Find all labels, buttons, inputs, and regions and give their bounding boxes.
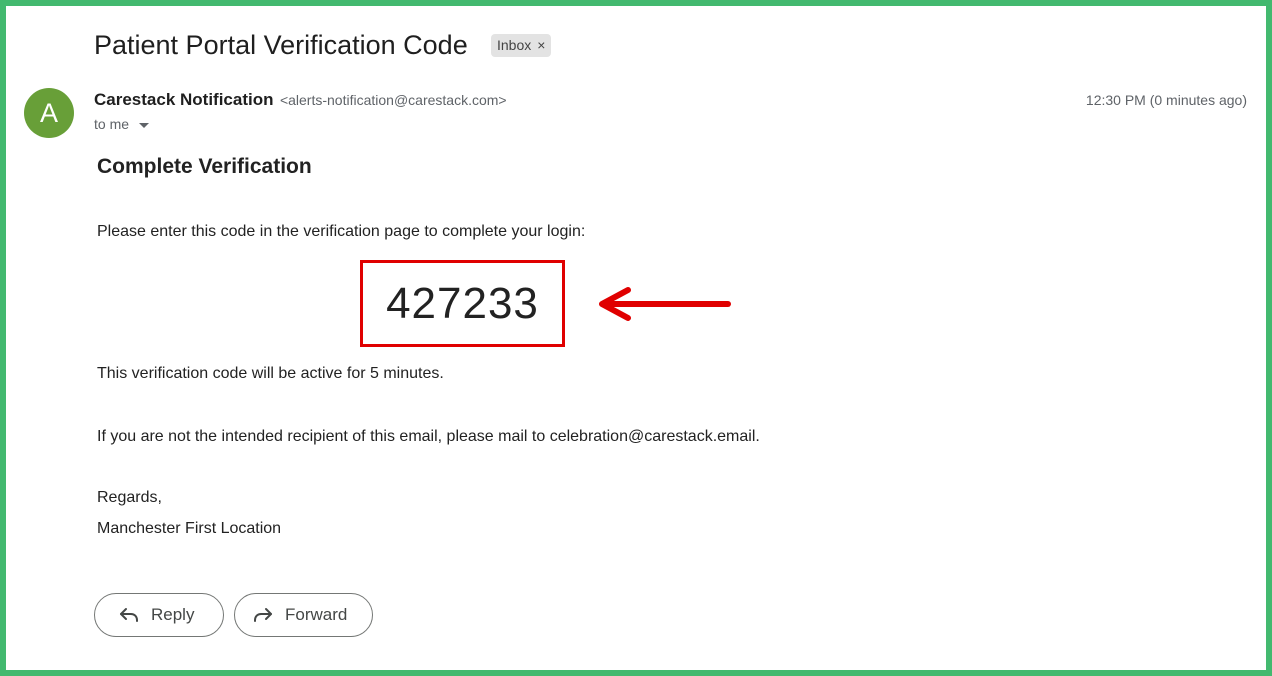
forward-icon <box>254 608 272 622</box>
sender-name[interactable]: Carestack Notification <box>94 90 274 109</box>
caret-down-icon[interactable] <box>139 122 150 128</box>
recipient-text: to me <box>94 116 130 132</box>
regards-text: Regards, <box>97 489 162 506</box>
forward-button[interactable]: Forward <box>234 593 373 637</box>
forward-label: Forward <box>285 605 348 624</box>
recipients-toggle[interactable]: to me <box>94 116 150 132</box>
instruction-text: Please enter this code in the verificati… <box>97 223 586 240</box>
reply-label: Reply <box>151 605 195 624</box>
email-subject: Patient Portal Verification Code <box>94 30 468 60</box>
red-left-arrow-icon <box>599 287 731 321</box>
label-text: Inbox <box>497 37 532 53</box>
reply-icon <box>120 608 138 622</box>
sender-email: <alerts-notification@carestack.com> <box>279 92 507 108</box>
screenshot-frame: Patient Portal Verification Code Inbox ×… <box>0 0 1272 676</box>
signature-text: Manchester First Location <box>97 520 282 537</box>
active-duration-text: This verification code will be active fo… <box>97 365 444 382</box>
sender-info: Carestack Notification <alerts-notificat… <box>94 90 507 110</box>
email-timestamp: 12:30 PM (0 minutes ago) <box>1085 92 1247 108</box>
recipient-notice-text: If you are not the intended recipient of… <box>97 428 760 445</box>
reply-button[interactable]: Reply <box>94 593 224 637</box>
verification-code-highlight: 427233 <box>360 260 565 347</box>
body-heading: Complete Verification <box>97 155 312 178</box>
verification-code: 427233 <box>386 278 539 328</box>
remove-label-icon[interactable]: × <box>537 34 545 57</box>
inbox-label-chip[interactable]: Inbox × <box>491 34 552 57</box>
sender-avatar[interactable]: A <box>24 88 74 138</box>
